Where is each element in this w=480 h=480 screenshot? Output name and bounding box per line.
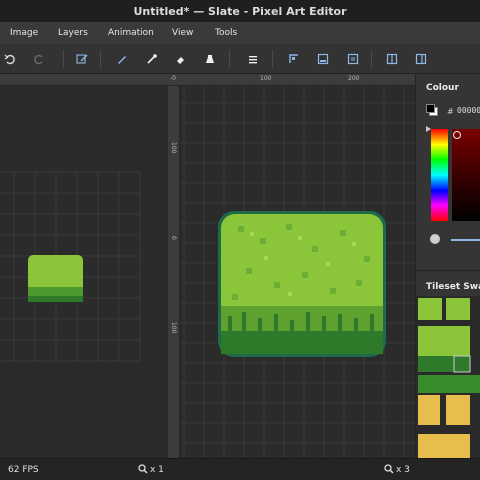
align-icon: [317, 53, 329, 65]
main-vertical-ruler: 100 0 100: [168, 86, 180, 458]
tileset-panel-title: Tileset Swatch: [426, 282, 480, 292]
split-view-button[interactable]: [384, 51, 400, 67]
toolbar-separator: [100, 50, 101, 68]
app-window: Untitled* — Slate - Pixel Art Editor Ima…: [0, 0, 480, 480]
right-zoom-level: x 3: [396, 465, 410, 475]
menu-animation[interactable]: Animation: [108, 28, 154, 38]
pencil-tool-button[interactable]: [114, 51, 130, 67]
menu-view[interactable]: View: [172, 28, 193, 38]
zoom-icon: [138, 464, 148, 477]
menu-icon: [249, 56, 257, 64]
layout-icon: [415, 53, 427, 65]
colour-panel-title: Colour: [426, 83, 459, 93]
title-bar: Untitled* — Slate - Pixel Art Editor: [0, 0, 480, 22]
split-view-icon: [386, 53, 398, 65]
hue-slider[interactable]: [431, 129, 448, 221]
eraser-tool-button[interactable]: [173, 51, 189, 67]
ruler-label-100: 100: [260, 75, 272, 82]
toolbar-separator: [371, 50, 372, 68]
right-panel: Colour # 000000 Tileset Swatch: [415, 74, 480, 458]
status-bar: 62 FPS x 1 x 3: [0, 458, 480, 480]
toolbar-separator: [63, 50, 64, 68]
crop-button[interactable]: [286, 51, 302, 67]
vruler-label-2: 0: [170, 236, 177, 240]
ruler-label-200: 200: [348, 75, 360, 82]
main-canvas-view[interactable]: [180, 86, 415, 458]
menu-button[interactable]: [245, 51, 261, 67]
menu-layers[interactable]: Layers: [58, 28, 88, 38]
undo-button[interactable]: [2, 51, 18, 67]
panel-divider: [416, 270, 480, 271]
rotate-icon: [347, 53, 359, 65]
left-canvas-svg: [0, 171, 141, 362]
colour-swatch-pair[interactable]: [426, 104, 438, 116]
fps-counter: 62 FPS: [8, 465, 39, 475]
fill-tool-button[interactable]: [202, 51, 218, 67]
left-horizontal-ruler: [0, 74, 168, 86]
align-button[interactable]: [315, 51, 331, 67]
left-canvas-view[interactable]: [0, 86, 168, 458]
zoom-icon: [384, 464, 394, 477]
undo-icon: [4, 54, 15, 65]
menu-bar: Image Layers Animation View Tools: [0, 22, 480, 44]
toolbar-separator: [229, 50, 230, 68]
large-grass-tile: [218, 211, 386, 357]
main-horizontal-ruler: -0 100 200: [168, 74, 415, 86]
tileset-swatch-grid[interactable]: [416, 296, 480, 458]
redo-button[interactable]: [31, 51, 47, 67]
menu-tools[interactable]: Tools: [215, 28, 237, 38]
picker-cursor[interactable]: [453, 131, 461, 139]
eyedropper-icon: [147, 54, 157, 64]
ruler-label-origin: -0: [170, 75, 176, 82]
layout-button[interactable]: [413, 51, 429, 67]
vruler-label-1: 100: [170, 142, 177, 154]
rotate-button[interactable]: [345, 51, 361, 67]
eraser-icon: [177, 57, 184, 64]
window-title: Untitled* — Slate - Pixel Art Editor: [133, 4, 347, 18]
toolbar-separator: [272, 50, 273, 68]
crop-icon: [289, 54, 298, 63]
opacity-icon: [430, 234, 440, 244]
redo-icon: [34, 54, 43, 65]
small-grass-tile: [28, 255, 83, 302]
fill-bucket-icon: [206, 55, 214, 63]
opacity-slider[interactable]: [451, 239, 480, 241]
menu-image[interactable]: Image: [10, 28, 38, 38]
left-zoom-level: x 1: [150, 465, 164, 475]
saturation-value-picker[interactable]: [452, 129, 480, 221]
eyedropper-tool-button[interactable]: [144, 51, 160, 67]
pencil-icon: [118, 56, 126, 64]
pen-tool-button[interactable]: [74, 51, 90, 67]
vruler-label-3: 100: [170, 322, 177, 334]
toolbar: [0, 44, 480, 74]
pen-icon: [76, 54, 88, 64]
main-canvas-svg: [180, 86, 415, 458]
hex-prefix: #: [447, 107, 454, 116]
hex-input[interactable]: 000000: [457, 106, 480, 115]
